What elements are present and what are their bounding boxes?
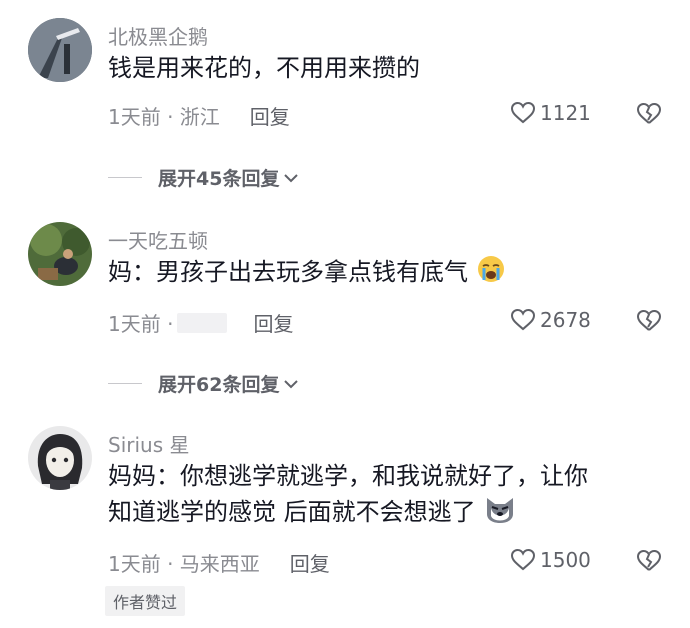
chevron-down-icon bbox=[284, 379, 299, 388]
blurred-location bbox=[177, 312, 228, 333]
like-count: 1121 bbox=[540, 101, 591, 125]
username[interactable]: Sirius 星 bbox=[108, 429, 189, 458]
username[interactable]: 北极黑企鹅 bbox=[108, 21, 208, 50]
avatar[interactable] bbox=[28, 222, 92, 286]
expand-label: 展开45条回复 bbox=[158, 168, 280, 190]
avatar[interactable] bbox=[28, 426, 92, 490]
author-liked-badge: 作者赞过 bbox=[105, 586, 186, 616]
username[interactable]: 一天吃五顿 bbox=[108, 225, 208, 254]
dog-face-icon bbox=[487, 498, 514, 523]
like-count: 1500 bbox=[540, 548, 591, 572]
comment-text: 钱是用来花的，不用用来攒的 bbox=[108, 54, 420, 82]
comment-meta: 1天前 · 浙江 回复 bbox=[108, 101, 290, 130]
broken-heart-icon[interactable] bbox=[636, 549, 662, 573]
expand-replies-button[interactable]: 展开45条回复 bbox=[108, 164, 299, 191]
reply-button[interactable]: 回复 bbox=[253, 308, 293, 337]
avatar[interactable] bbox=[28, 18, 92, 82]
like-button[interactable]: 1500 bbox=[510, 548, 591, 572]
chevron-down-icon bbox=[284, 173, 299, 182]
time-location: 1天前 · 浙江 bbox=[108, 105, 220, 129]
divider-line bbox=[108, 177, 142, 178]
like-button[interactable]: 1121 bbox=[510, 101, 591, 125]
crying-face-icon bbox=[477, 256, 504, 282]
time-location: 1天前 · 马来西亚 bbox=[108, 552, 260, 576]
like-button[interactable]: 2678 bbox=[510, 308, 591, 332]
like-count: 2678 bbox=[540, 308, 591, 332]
heart-icon bbox=[510, 101, 536, 124]
broken-heart-icon[interactable] bbox=[636, 102, 662, 126]
heart-icon bbox=[510, 308, 536, 331]
reply-button[interactable]: 回复 bbox=[290, 548, 330, 577]
reply-button[interactable]: 回复 bbox=[250, 101, 290, 130]
time-location: 1天前 · bbox=[108, 312, 174, 336]
comment-text: 妈：男孩子出去玩多拿点钱有底气 bbox=[108, 254, 668, 290]
expand-label: 展开62条回复 bbox=[158, 374, 280, 396]
comment-meta: 1天前 · 回复 bbox=[108, 308, 293, 337]
comment-text: 妈妈：你想逃学就逃学，和我说就好了，让你 知道逃学的感觉 后面就不会想逃了 bbox=[108, 462, 588, 526]
comment-meta: 1天前 · 马来西亚 回复 bbox=[108, 548, 330, 577]
broken-heart-icon[interactable] bbox=[636, 309, 662, 333]
divider-line bbox=[108, 383, 142, 384]
expand-replies-button[interactable]: 展开62条回复 bbox=[108, 370, 299, 397]
heart-icon bbox=[510, 548, 536, 571]
